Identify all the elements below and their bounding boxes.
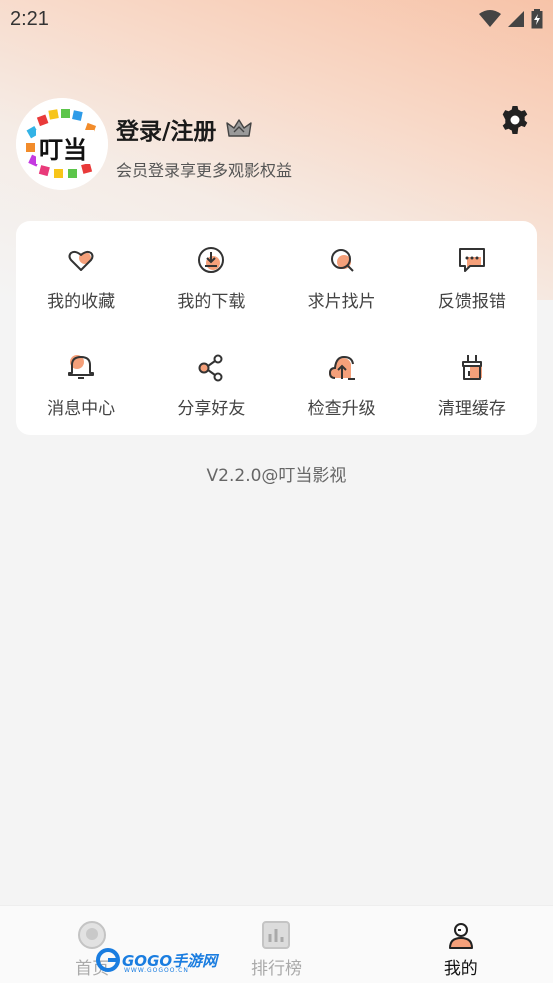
clean-icon <box>461 355 482 380</box>
menu-share[interactable]: 分享好友 <box>146 328 276 435</box>
menu-label: 求片找片 <box>307 292 376 312</box>
vip-crown-icon <box>226 119 253 137</box>
upgrade-icon <box>328 355 355 380</box>
share-icon <box>198 354 223 382</box>
signal-icon <box>508 11 524 27</box>
chart-icon <box>262 921 291 949</box>
watermark-subtext: WWW.GOGOO.CN <box>124 967 189 974</box>
login-title: 登录/注册 <box>116 119 217 145</box>
menu-feedback[interactable]: 反馈报错 <box>407 221 537 328</box>
version-text: V2.2.0@叮当影视 <box>206 466 347 486</box>
menu-request[interactable]: 求片找片 <box>277 221 407 328</box>
search-movie-icon <box>330 249 354 272</box>
heart-icon <box>68 250 94 271</box>
profile-section: 叮当 登录/注册 会员登录享更多观影权益 <box>16 98 537 190</box>
function-card: 我的收藏 我的下载 求片找片 反馈报错 消息中心 分享好友 检查升级 清理缓存 <box>16 221 537 435</box>
menu-label: 分享好友 <box>177 399 246 419</box>
bottom-tab-bar: 首页 排行榜 我的 <box>0 905 553 983</box>
download-icon <box>198 247 225 273</box>
svg-text:叮当: 叮当 <box>39 136 87 164</box>
menu-upgrade[interactable]: 检查升级 <box>277 328 407 435</box>
gear-icon[interactable] <box>499 104 531 136</box>
status-time: 2:21 <box>10 7 49 30</box>
tab-label: 我的 <box>443 959 478 979</box>
menu-label: 消息中心 <box>47 399 116 419</box>
status-bar: 2:21 <box>0 0 553 38</box>
watermark-logo-icon <box>96 948 120 972</box>
menu-label: 反馈报错 <box>437 292 506 312</box>
watermark: GOGO手游网 WWW.GOGOO.CN <box>96 945 217 975</box>
tab-mine[interactable]: 我的 <box>369 906 553 983</box>
avatar[interactable]: 叮当 <box>16 98 108 190</box>
menu-label: 清理缓存 <box>437 399 506 419</box>
bell-icon <box>68 355 95 379</box>
user-icon <box>448 923 473 949</box>
login-subtitle: 会员登录享更多观影权益 <box>116 161 293 180</box>
login-register-link[interactable]: 登录/注册 <box>116 112 253 146</box>
menu-label: 检查升级 <box>307 399 376 419</box>
wifi-icon <box>479 10 501 27</box>
menu-downloads[interactable]: 我的下载 <box>146 221 276 328</box>
menu-messages[interactable]: 消息中心 <box>16 328 146 435</box>
app-logo-icon: 叮当 <box>16 98 108 190</box>
status-icons <box>479 9 543 29</box>
menu-favorites[interactable]: 我的收藏 <box>16 221 146 328</box>
battery-icon <box>531 9 543 29</box>
menu-clean[interactable]: 清理缓存 <box>407 328 537 435</box>
menu-label: 我的收藏 <box>47 292 116 312</box>
menu-label: 我的下载 <box>177 292 246 312</box>
feedback-icon <box>458 248 485 272</box>
tab-label: 排行榜 <box>250 959 302 979</box>
